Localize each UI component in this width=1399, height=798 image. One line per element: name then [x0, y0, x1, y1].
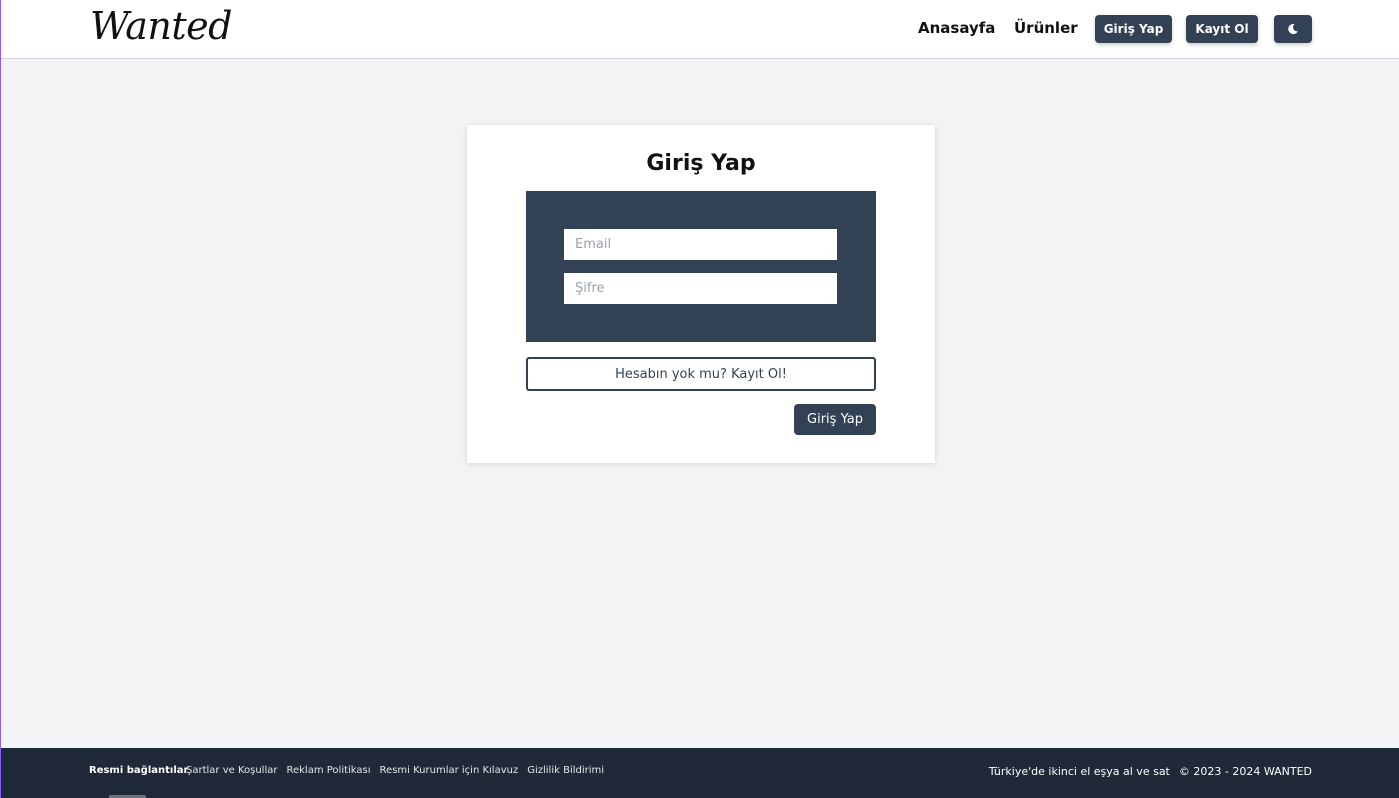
theme-toggle-button[interactable] — [1274, 15, 1312, 43]
footer-links: Şartlar ve Koşullar Reklam Politikası Re… — [186, 765, 604, 776]
login-form-panel — [526, 191, 876, 342]
footer-info: Türkiye'de ikinci el eşya al ve sat © 20… — [989, 765, 1312, 778]
footer-link-terms[interactable]: Şartlar ve Koşullar — [186, 765, 277, 776]
brand-logo[interactable]: Wanted — [90, 4, 232, 48]
footer-tagline: Türkiye'de ikinci el eşya al ve sat — [988, 765, 1170, 778]
footer-link-privacy[interactable]: Gizlilik Bildirimi — [527, 765, 604, 776]
login-card: Giriş Yap Hesabın yok mu? Kayıt Ol! Giri… — [467, 125, 935, 463]
footer-link-authorities-guide[interactable]: Resmi Kurumlar için Kılavuz — [380, 765, 519, 776]
footer: Resmi bağlantılar Şartlar ve Koşullar Re… — [1, 748, 1399, 798]
footer-links-title: Resmi bağlantılar — [89, 765, 189, 776]
header-login-button[interactable]: Giriş Yap — [1095, 15, 1172, 43]
password-input[interactable] — [564, 273, 837, 304]
footer-link-ads-policy[interactable]: Reklam Politikası — [286, 765, 370, 776]
top-navbar: Wanted Anasayfa Ürünler Giriş Yap Kayıt … — [1, 0, 1399, 59]
login-title: Giriş Yap — [646, 151, 756, 176]
nav-link-home[interactable]: Anasayfa — [918, 19, 995, 37]
footer-copyright: © 2023 - 2024 WANTED — [1178, 765, 1312, 778]
login-submit-button[interactable]: Giriş Yap — [794, 404, 876, 435]
signup-link-button[interactable]: Hesabın yok mu? Kayıt Ol! — [526, 357, 876, 391]
email-input[interactable] — [564, 229, 837, 260]
header-register-button[interactable]: Kayıt Ol — [1186, 15, 1258, 43]
nav-link-products[interactable]: Ürünler — [1014, 19, 1078, 37]
moon-icon — [1288, 24, 1298, 35]
